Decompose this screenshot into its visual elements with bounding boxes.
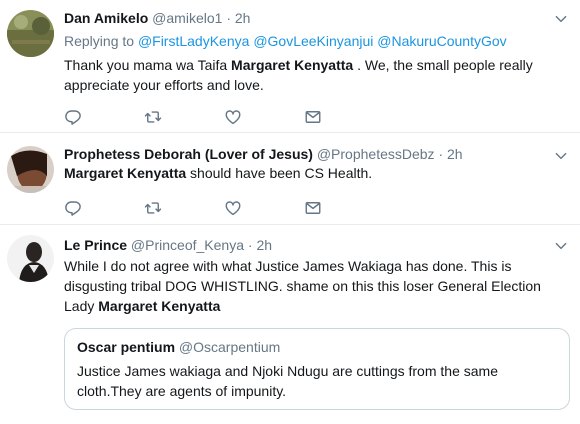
tweet-header: Dan Amikelo @amikelo1 · 2h [64,9,570,27]
like-icon [224,108,242,126]
retweet-button[interactable] [144,199,224,217]
highlighted-term: Margaret Kenyatta [231,57,354,73]
timestamp[interactable]: 2h [256,237,272,253]
tweet-prophetess-deborah[interactable]: Prophetess Deborah (Lover of Jesus) @Pro… [0,133,580,225]
message-icon [304,108,322,126]
tweet-le-prince[interactable]: Le Prince @Princeof_Kenya · 2h While I d… [0,225,580,424]
tweet-text: While I do not agree with what Justice J… [64,256,570,316]
display-name[interactable]: Dan Amikelo [64,10,148,26]
reply-icon [64,199,82,217]
quoted-tweet-text: Justice James wakiaga and Njoki Ndugu ar… [77,363,498,399]
replying-to: Replying to @FirstLadyKenya @GovLeeKinya… [64,31,570,51]
display-name[interactable]: Prophetess Deborah (Lover of Jesus) [64,146,313,162]
display-name[interactable]: Le Prince [64,237,127,253]
direct-message-button[interactable] [304,199,384,217]
quoted-display-name: Oscar pentium [77,339,176,355]
replying-to-label: Replying to [64,33,135,49]
mention-link[interactable]: @NakuruCountyGov [377,33,506,49]
avatar[interactable] [7,235,54,282]
tweet-header: Le Prince @Princeof_Kenya · 2h [64,236,570,254]
caret-down-icon[interactable] [554,149,568,163]
tweet-text: Margaret Kenyatta should have been CS He… [64,163,570,183]
caret-down-icon[interactable] [554,239,568,253]
separator-dot: · [438,146,444,162]
reply-icon [64,108,82,126]
like-icon [224,199,242,217]
quoted-user-handle: @Oscarpentium [178,339,281,355]
tweet-header: Prophetess Deborah (Lover of Jesus) @Pro… [64,145,570,163]
avatar[interactable] [7,146,54,193]
highlighted-term: Margaret Kenyatta [64,165,187,181]
message-icon [304,199,322,217]
mention-link[interactable]: @GovLeeKinyanjui [253,33,373,49]
user-handle[interactable]: @Princeof_Kenya [131,237,244,253]
timestamp[interactable]: 2h [235,10,251,26]
retweet-button[interactable] [144,108,224,126]
tweet-dan-amikelo[interactable]: Dan Amikelo @amikelo1 · 2h Replying to @… [0,0,580,133]
highlighted-term: Margaret Kenyatta [98,298,221,314]
user-handle[interactable]: @ProphetessDebz [317,146,435,162]
retweet-icon [144,199,162,217]
reply-button[interactable] [64,108,144,126]
tweet-text-part: Thank you mama wa Taifa [64,57,232,73]
quoted-tweet[interactable]: Oscar pentium @Oscarpentium Justice Jame… [64,328,570,410]
like-button[interactable] [224,108,304,126]
retweet-icon [144,108,162,126]
tweet-text-part: should have been CS Health. [186,165,373,181]
mention-link[interactable]: @FirstLadyKenya [138,33,249,49]
tweet-text: Thank you mama wa Taifa Margaret Kenyatt… [64,55,570,95]
separator-dot: · [247,237,253,253]
avatar[interactable] [7,10,54,57]
user-handle[interactable]: @amikelo1 [152,10,222,26]
separator-dot: · [226,10,231,26]
reply-button[interactable] [64,199,144,217]
direct-message-button[interactable] [304,108,384,126]
caret-down-icon[interactable] [554,12,568,26]
timestamp[interactable]: 2h [447,146,463,162]
like-button[interactable] [224,199,304,217]
